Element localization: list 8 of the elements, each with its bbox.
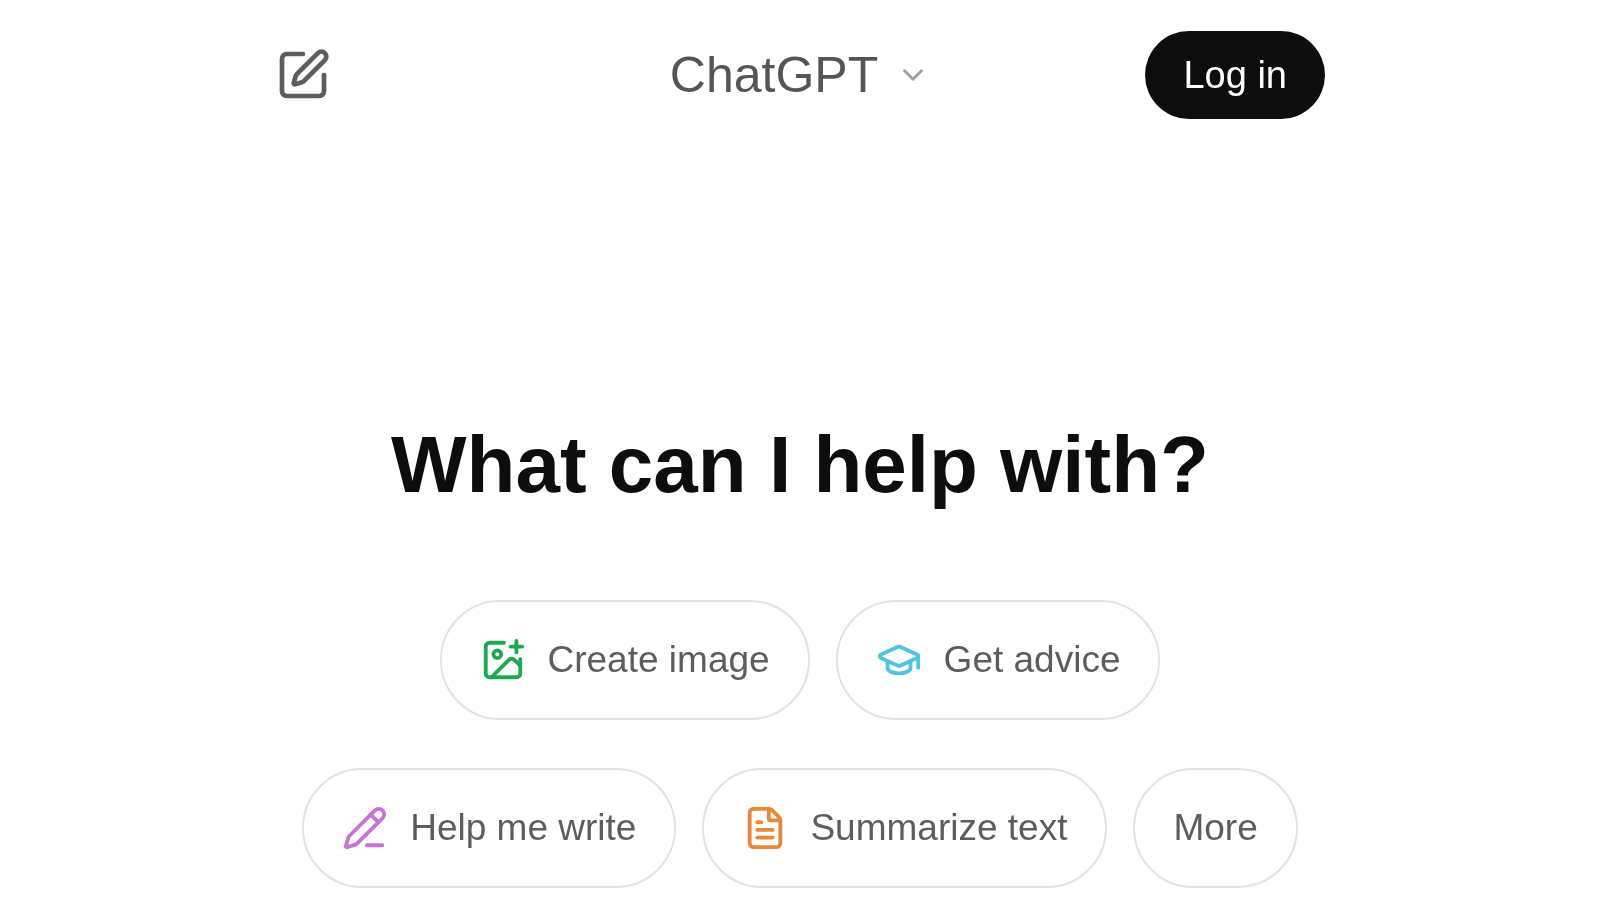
login-button[interactable]: Log in: [1145, 31, 1325, 119]
heading: What can I help with?: [391, 419, 1209, 511]
suggestion-chip[interactable]: Help me write: [302, 768, 677, 888]
suggestion-chip[interactable]: Summarize text: [702, 768, 1108, 888]
more-button[interactable]: More: [1133, 768, 1298, 888]
model-selector[interactable]: ChatGPT: [669, 46, 931, 104]
suggestion-chip[interactable]: Create image: [439, 600, 810, 720]
suggestion-chip[interactable]: Get advice: [835, 600, 1161, 720]
